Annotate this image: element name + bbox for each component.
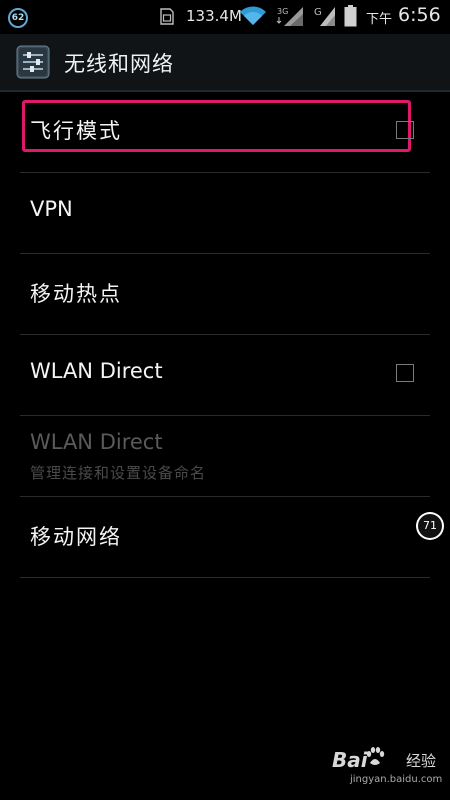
list-item-mobile-hotspot[interactable]: 移动热点 [20, 254, 430, 335]
mobile-network-label: 移动网络 [30, 525, 122, 549]
battery-icon [344, 5, 357, 27]
clock-time: 6:56 [398, 4, 441, 26]
vpn-label: VPN [30, 197, 73, 221]
mobile-hotspot-label: 移动热点 [30, 282, 122, 306]
list-item-wlan-direct[interactable]: WLAN Direct [20, 335, 430, 416]
data-speed-text: 133.4M [186, 7, 242, 25]
network-g-label: G [314, 7, 322, 18]
list-item-wlan-direct-settings: WLAN Direct 管理连接和设置设备命名 [20, 416, 430, 497]
sim-icon [160, 8, 174, 25]
airplane-mode-checkbox[interactable] [396, 121, 414, 139]
settings-sliders-icon[interactable] [16, 45, 50, 79]
wlan-direct-settings-label: WLAN Direct [30, 430, 163, 454]
action-bar: 无线和网络 [0, 34, 450, 92]
list-item-airplane-mode[interactable]: 飞行模式 [20, 92, 430, 173]
watermark-brand-right: 经验 [406, 752, 437, 770]
list-item-vpn[interactable]: VPN [20, 173, 430, 254]
notification-count-badge: 62 [8, 8, 28, 28]
page-title: 无线和网络 [64, 52, 174, 76]
airplane-mode-label: 飞行模式 [30, 119, 122, 143]
wlan-direct-settings-subtitle: 管理连接和设置设备命名 [30, 464, 207, 482]
list-item-mobile-network[interactable]: 移动网络 [20, 497, 430, 578]
watermark-brand-left: Bai [332, 748, 368, 772]
baidu-jingyan-watermark: Bai 经验 jingyan.baidu.com [330, 747, 445, 796]
floating-badge-value: 71 [418, 514, 442, 538]
settings-list: 飞行模式 VPN 移动热点 WLAN Direct WLAN Direct 管理… [0, 92, 450, 578]
wlan-direct-checkbox[interactable] [396, 364, 414, 382]
wifi-icon [240, 6, 266, 26]
ampm-text: 下午 [366, 12, 393, 27]
watermark-url: jingyan.baidu.com [350, 774, 443, 785]
signal-g-icon: G [314, 7, 335, 26]
paw-logo-icon [366, 747, 385, 765]
network-3g-label: 3G [277, 7, 288, 16]
floating-percent-badge[interactable]: 71 [416, 512, 444, 540]
wlan-direct-label: WLAN Direct [30, 359, 163, 383]
signal-3g-icon: 3G [276, 7, 303, 26]
status-bar: 62 133.4M 3G G 下午 6:56 [0, 0, 450, 34]
